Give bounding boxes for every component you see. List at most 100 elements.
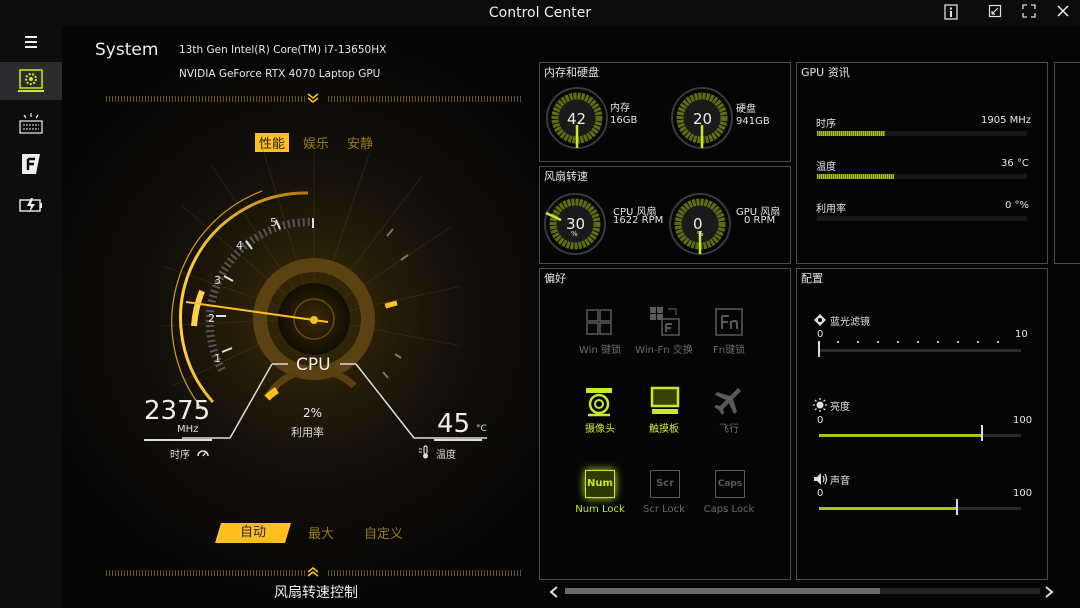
divider [106,570,306,576]
cpu-temp-unit: °C [476,424,487,434]
cpu-temp-label: 温度 [436,450,456,461]
bluelight-slider-handle[interactable] [818,341,820,357]
camera-icon[interactable] [582,385,616,423]
gear-icon [18,69,44,92]
title-bar: Control Center [0,0,1080,26]
brightness-icon [813,397,827,416]
gauge-tick-2: 2 [208,312,215,325]
volume-max: 100 [1013,488,1033,499]
brightness-slider-fill [819,434,981,437]
fn-lock-icon[interactable] [714,307,744,341]
minimize-icon[interactable] [986,4,1004,22]
win-fn-swap-label: Win-Fn 交换 [635,345,693,356]
gpu-clock-bar [817,131,885,136]
memory-size: 16GB [610,115,638,126]
cpu-fan-rpm: 1622 RPM [613,215,664,226]
win-lock-label: Win 键锁 [579,345,621,356]
capslock-label: Caps Lock [703,504,755,515]
divider [328,570,522,576]
bluelight-max: 10 [1015,329,1028,340]
panel-title: GPU 资讯 [801,66,850,79]
speed-icon [196,444,210,463]
gauge-tick-5: 5 [270,216,277,229]
panel-title: 风扇转速 [544,170,588,183]
fn-app-icon[interactable] [14,151,48,177]
cpu-usage-value: 2% [303,406,323,420]
scrlock-icon[interactable]: Scr [650,470,680,498]
gpu-temp-bar [817,174,894,179]
fn-lock-label: Fn键锁 [712,345,746,356]
disk-value: 20 [693,110,713,128]
win-fn-swap-icon[interactable] [648,305,682,341]
numlock-icon[interactable]: Num [585,470,615,498]
battery-icon[interactable] [14,192,48,218]
gauge-tick-3: 3 [214,274,221,287]
disk-size: 941GB [736,116,770,127]
cpu-usage-label: 利用率 [291,426,324,439]
camera-label: 摄像头 [585,424,615,435]
window-title: Control Center [488,5,592,21]
brightness-min: 0 [817,415,824,426]
airplane-icon[interactable] [712,385,744,421]
capslock-icon[interactable]: Caps [715,470,745,498]
cpu-temp-value: 45 [437,409,471,439]
scroll-right-icon[interactable] [1043,584,1055,603]
bluelight-slider[interactable] [819,349,1021,352]
gpu-usage-value: 0 °% [1005,200,1030,211]
volume-slider-handle[interactable] [956,499,958,515]
thermometer-icon [418,444,432,463]
volume-label: 声音 [830,476,850,487]
gpu-clock-label: 时序 [816,119,836,130]
volume-min: 0 [817,488,824,499]
airplane-label: 飞行 [719,424,739,435]
windows-lock-icon[interactable] [584,307,614,341]
gauge-tick-1: 1 [214,352,221,365]
gpu-clock-value: 1905 MHz [981,115,1032,126]
preferences-panel: 偏好 Win 键锁 Win-Fn 交换 Fn键锁 摄像头 触摸板 飞行 Num … [539,268,791,580]
bluelight-label: 蓝光滤镜 [830,317,870,328]
brightness-slider-handle[interactable] [981,425,983,441]
fan-speed-panel: 风扇转速 30 % CPU 风扇 1622 RPM 0 % GPU 风扇 0 R… [539,166,791,264]
gpu-fan-rpm: 0 RPM [744,215,776,226]
fan-mode-custom[interactable]: 自定义 [364,523,403,542]
cpu-clock-unit: MHz [177,424,199,435]
config-panel: 配置 蓝光滤镜 0 10 亮度 0 100 声音 0 100 [796,268,1048,580]
bluelight-min: 0 [817,329,824,340]
memory-label: 内存 [610,103,630,114]
panel-title: 偏好 [544,272,566,285]
cpu-clock-value: 2375 [144,396,211,426]
fan-mode-auto[interactable]: 自动 [215,523,291,543]
scroll-left-icon[interactable] [548,584,560,603]
touchpad-label: 触摸板 [649,424,679,435]
gpu-temp-label: 温度 [816,162,836,173]
gpu-info-panel: GPU 资讯 时序 1905 MHz 温度 36 °C 利用率 0 °% [796,62,1048,264]
cpu-fan-unit: % [571,230,578,238]
gauge-label: CPU [296,355,331,375]
sidebar [0,26,62,608]
keyboard-backlight-icon[interactable] [14,111,48,137]
volume-slider-fill [819,507,956,510]
menu-icon[interactable] [14,30,48,56]
gpu-usage-label: 利用率 [816,204,846,215]
panel-title: 内存和硬盘 [544,66,599,79]
panel-title: 配置 [801,272,823,285]
chevron-up-icon [307,566,319,581]
fan-mode-max[interactable]: 最大 [308,523,334,542]
gpu-temp-value: 36 °C [1001,158,1029,169]
touchpad-icon[interactable] [648,385,682,421]
gauge-tick-4: 4 [236,239,243,252]
brightness-label: 亮度 [830,402,850,413]
info-icon[interactable] [942,4,960,22]
brightness-max: 100 [1013,415,1033,426]
fan-control-title[interactable]: 风扇转速控制 [274,582,358,602]
memory-value: 42 [567,110,587,128]
gpu-fan-unit: % [697,230,704,238]
partial-panel [1054,62,1080,264]
cpu-clock-label: 时序 [170,450,190,461]
sidebar-item-system[interactable] [0,62,62,100]
close-icon[interactable] [1054,4,1072,22]
scrollbar-thumb[interactable] [565,588,880,594]
horizontal-scrollbar[interactable] [565,588,1040,594]
maximize-icon[interactable] [1020,4,1038,22]
scrlock-label: Scr Lock [643,504,685,515]
